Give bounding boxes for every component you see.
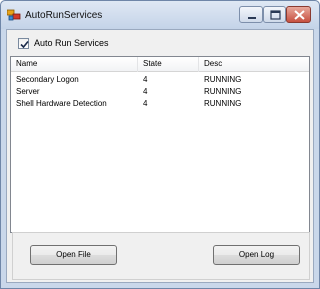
service-name: Shell Hardware Detection	[16, 99, 107, 108]
service-desc: RUNNING	[204, 75, 242, 84]
service-state: 4	[143, 87, 148, 96]
column-header-desc[interactable]: Desc	[199, 57, 309, 72]
column-header-name[interactable]: Name	[11, 57, 138, 72]
services-list[interactable]: Name State Desc Secondary Logon 4 RUNNIN…	[10, 56, 310, 233]
close-icon	[294, 10, 305, 20]
service-desc: RUNNING	[204, 99, 242, 108]
service-name: Secondary Logon	[16, 75, 79, 84]
open-file-button[interactable]: Open File	[30, 245, 117, 265]
column-header-state[interactable]: State	[138, 57, 199, 72]
service-state: 4	[143, 99, 148, 108]
maximize-icon	[270, 10, 281, 20]
maximize-button[interactable]	[263, 6, 286, 23]
list-row[interactable]: Server 4 RUNNING	[11, 86, 309, 97]
client-area: Auto Run Services Name State Desc Second…	[6, 29, 314, 283]
service-state: 4	[143, 75, 148, 84]
list-row[interactable]: Secondary Logon 4 RUNNING	[11, 74, 309, 85]
close-button[interactable]	[286, 6, 311, 23]
list-row[interactable]: Shell Hardware Detection 4 RUNNING	[11, 98, 309, 109]
minimize-icon	[248, 17, 256, 19]
auto-run-option[interactable]: Auto Run Services	[18, 36, 109, 50]
service-name: Server	[16, 87, 40, 96]
list-header: Name State Desc	[11, 57, 309, 72]
auto-run-label[interactable]: Auto Run Services	[34, 38, 109, 48]
title-bar[interactable]: AutoRunServices	[1, 1, 319, 29]
minimize-button[interactable]	[239, 6, 263, 23]
auto-run-checkbox[interactable]	[18, 37, 29, 49]
app-window: AutoRunServices Auto Run Services Name S…	[0, 0, 320, 289]
check-icon	[20, 40, 29, 48]
button-panel: Open File Open Log	[12, 232, 310, 280]
window-title: AutoRunServices	[25, 10, 103, 21]
open-log-button[interactable]: Open Log	[213, 245, 300, 265]
service-desc: RUNNING	[204, 87, 242, 96]
app-icon	[6, 9, 21, 21]
